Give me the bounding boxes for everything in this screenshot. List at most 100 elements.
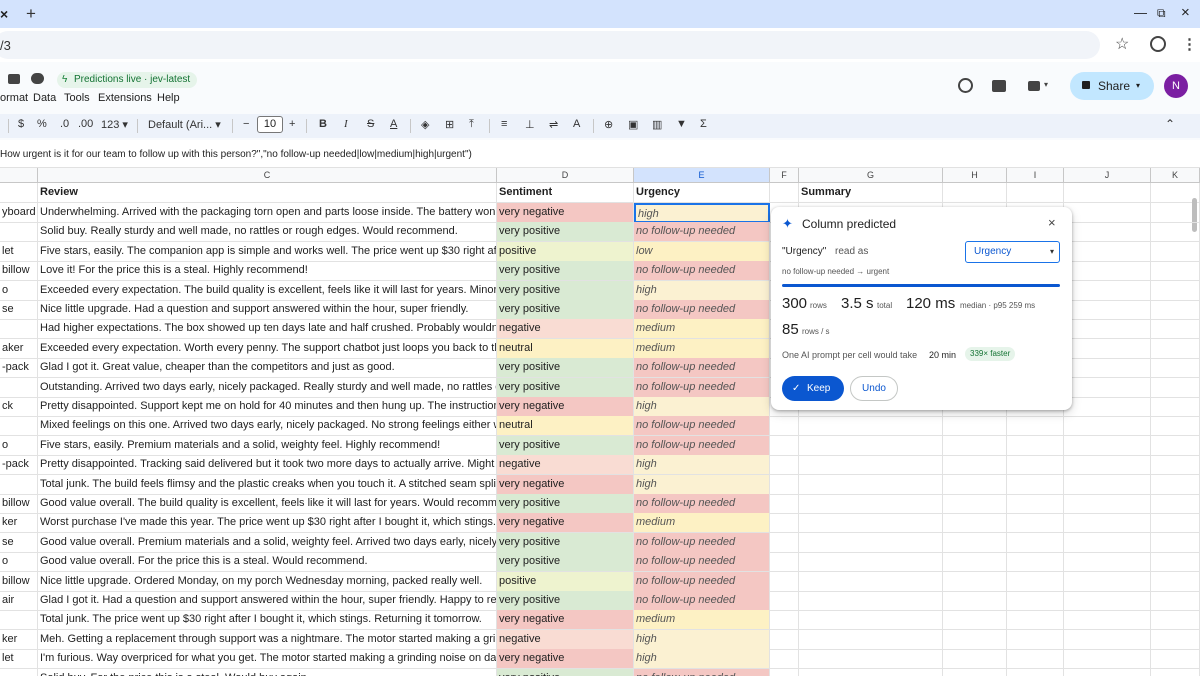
empty-cell-i[interactable] xyxy=(1007,533,1064,553)
meet-caret-icon[interactable]: ▾ xyxy=(1044,80,1048,89)
column-header-e[interactable]: E xyxy=(634,168,770,183)
empty-cell-f[interactable] xyxy=(770,475,799,495)
sentiment-cell[interactable]: very negative xyxy=(497,203,634,223)
header-cell-f[interactable] xyxy=(770,183,799,203)
empty-cell-h[interactable] xyxy=(943,591,1007,611)
empty-cell-k[interactable] xyxy=(1151,649,1200,669)
empty-cell-j[interactable] xyxy=(1064,378,1151,398)
number-format-dropdown[interactable]: 123 ▾ xyxy=(101,118,128,131)
urgency-cell[interactable]: no follow-up needed xyxy=(634,416,770,436)
empty-cell-j[interactable] xyxy=(1064,416,1151,436)
review-cell[interactable]: I'm furious. Way overpriced for what you… xyxy=(38,649,497,669)
empty-cell-h[interactable] xyxy=(943,649,1007,669)
empty-cell-j[interactable] xyxy=(1064,630,1151,650)
bookmark-star-icon[interactable]: ☆ xyxy=(1115,34,1129,54)
window-close-icon[interactable]: × xyxy=(1181,4,1190,21)
bold-button[interactable]: B xyxy=(319,118,327,130)
sentiment-cell[interactable]: neutral xyxy=(497,339,634,359)
avatar[interactable]: N xyxy=(1164,74,1188,98)
summary-cell[interactable] xyxy=(799,552,943,572)
empty-cell-k[interactable] xyxy=(1151,222,1200,242)
empty-cell-i[interactable] xyxy=(1007,475,1064,495)
review-cell[interactable]: Had higher expectations. The box showed … xyxy=(38,319,497,339)
sentiment-cell[interactable]: very negative xyxy=(497,513,634,533)
empty-cell-i[interactable] xyxy=(1007,513,1064,533)
empty-cell-j[interactable] xyxy=(1064,455,1151,475)
sentiment-cell[interactable]: very positive xyxy=(497,358,634,378)
browser-menu-icon[interactable]: ⋮ xyxy=(1182,35,1197,53)
column-header-f[interactable]: F xyxy=(770,168,799,183)
empty-cell-h[interactable] xyxy=(943,416,1007,436)
urgency-cell[interactable]: no follow-up needed xyxy=(634,222,770,242)
sentiment-cell[interactable]: negative xyxy=(497,630,634,650)
minimize-icon[interactable]: — xyxy=(1134,5,1147,20)
empty-cell-j[interactable] xyxy=(1064,261,1151,281)
empty-cell-f[interactable] xyxy=(770,649,799,669)
empty-cell-f[interactable] xyxy=(770,591,799,611)
review-cell[interactable]: Good value overall. For the price this i… xyxy=(38,552,497,572)
summary-cell[interactable] xyxy=(799,455,943,475)
empty-cell-i[interactable] xyxy=(1007,591,1064,611)
empty-cell-h[interactable] xyxy=(943,436,1007,456)
urgency-cell[interactable]: high xyxy=(634,455,770,475)
review-cell[interactable]: Total junk. The price went up $30 right … xyxy=(38,610,497,630)
row-label-cell[interactable]: ck xyxy=(0,397,38,417)
empty-cell-h[interactable] xyxy=(943,572,1007,592)
header-cell-j[interactable] xyxy=(1064,183,1151,203)
row-label-cell[interactable]: aker xyxy=(0,339,38,359)
profile-icon[interactable] xyxy=(1150,36,1166,52)
column-header-d[interactable]: D xyxy=(497,168,634,183)
summary-cell[interactable] xyxy=(799,572,943,592)
empty-cell-i[interactable] xyxy=(1007,649,1064,669)
sentiment-cell[interactable]: very positive xyxy=(497,222,634,242)
share-button[interactable]: Share ▾ xyxy=(1070,72,1154,100)
empty-cell-h[interactable] xyxy=(943,475,1007,495)
empty-cell-j[interactable] xyxy=(1064,222,1151,242)
review-cell[interactable]: Solid buy. For the price this is a steal… xyxy=(38,669,497,676)
menu-format[interactable]: ormat xyxy=(0,92,28,104)
history-icon[interactable] xyxy=(958,78,973,93)
row-label-cell[interactable] xyxy=(0,669,38,676)
empty-cell-f[interactable] xyxy=(770,610,799,630)
menu-help[interactable]: Help xyxy=(157,92,180,104)
review-cell[interactable]: Solid buy. Really sturdy and well made, … xyxy=(38,222,497,242)
menu-data[interactable]: Data xyxy=(33,92,56,104)
empty-cell-j[interactable] xyxy=(1064,533,1151,553)
review-cell[interactable]: Good value overall. The build quality is… xyxy=(38,494,497,514)
empty-cell-k[interactable] xyxy=(1151,378,1200,398)
folder-icon[interactable] xyxy=(8,74,20,84)
review-cell[interactable]: Outstanding. Arrived two days early, nic… xyxy=(38,378,497,398)
empty-cell-k[interactable] xyxy=(1151,591,1200,611)
row-label-cell[interactable]: -pack xyxy=(0,358,38,378)
column-header-c[interactable]: C xyxy=(38,168,497,183)
font-size-increase-button[interactable]: + xyxy=(289,118,295,130)
menu-tools[interactable]: Tools xyxy=(64,92,90,104)
empty-cell-f[interactable] xyxy=(770,455,799,475)
empty-cell-h[interactable] xyxy=(943,630,1007,650)
functions-icon[interactable]: Σ xyxy=(700,118,707,130)
review-cell[interactable]: Nice little upgrade. Had a question and … xyxy=(38,300,497,320)
review-cell[interactable]: Good value overall. Premium materials an… xyxy=(38,533,497,553)
summary-cell[interactable] xyxy=(799,610,943,630)
empty-cell-h[interactable] xyxy=(943,552,1007,572)
text-color-button[interactable]: A xyxy=(390,118,397,130)
urgency-cell[interactable]: high xyxy=(634,630,770,650)
empty-cell-k[interactable] xyxy=(1151,300,1200,320)
sentiment-cell[interactable]: positive xyxy=(497,572,634,592)
empty-cell-j[interactable] xyxy=(1064,591,1151,611)
empty-cell-f[interactable] xyxy=(770,513,799,533)
empty-cell-k[interactable] xyxy=(1151,339,1200,359)
urgency-cell[interactable]: no follow-up needed xyxy=(634,591,770,611)
row-label-cell[interactable]: billow xyxy=(0,261,38,281)
empty-cell-f[interactable] xyxy=(770,572,799,592)
sentiment-cell[interactable]: very negative xyxy=(497,610,634,630)
empty-cell-k[interactable] xyxy=(1151,552,1200,572)
empty-cell-f[interactable] xyxy=(770,552,799,572)
column-header-k[interactable]: K xyxy=(1151,168,1200,183)
sentiment-cell[interactable]: very negative xyxy=(497,397,634,417)
empty-cell-i[interactable] xyxy=(1007,436,1064,456)
empty-cell-h[interactable] xyxy=(943,533,1007,553)
sentiment-cell[interactable]: very positive xyxy=(497,591,634,611)
empty-cell-f[interactable] xyxy=(770,669,799,676)
urgency-cell[interactable]: no follow-up needed xyxy=(634,533,770,553)
